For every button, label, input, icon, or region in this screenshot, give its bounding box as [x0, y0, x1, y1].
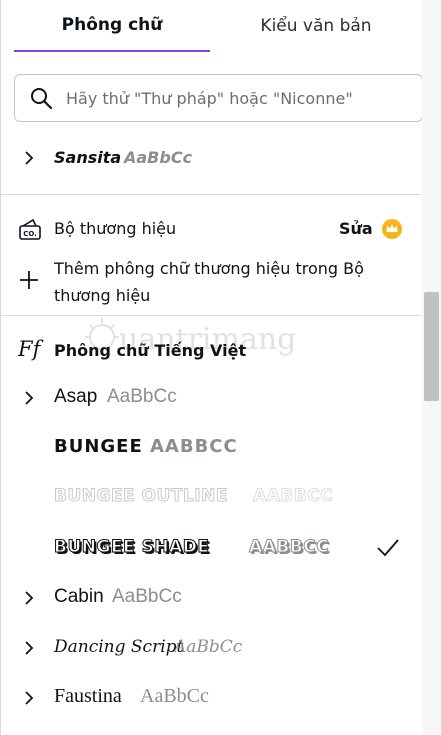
font-panel: Phông chữ Kiểu văn bản Sansita AaBbCc CO… — [0, 0, 442, 735]
font-sample: AaBbCc — [174, 637, 243, 657]
chevron-right-icon[interactable] — [23, 690, 35, 706]
font-name: Sansita — [54, 148, 122, 167]
font-name: Dancing Script — [54, 637, 184, 657]
font-row-asap[interactable]: Asap AaBbCc — [1, 374, 421, 420]
font-row-cabin[interactable]: Cabin AaBbCc — [1, 574, 421, 620]
font-name: Faustina — [54, 685, 122, 707]
scrollbar-thumb[interactable] — [424, 292, 439, 401]
font-row-sansita[interactable]: Sansita AaBbCc — [1, 135, 421, 181]
font-name: Asap — [54, 386, 98, 407]
font-sample: AABBCC — [252, 486, 334, 507]
font-sample: AABBCC — [248, 537, 330, 558]
tab-text-styles[interactable]: Kiểu văn bản — [210, 0, 422, 52]
font-name: BUNGEE SHADE — [53, 537, 210, 558]
font-section-icon: Ff — [18, 337, 41, 361]
section-title: Phông chữ Tiếng Việt — [54, 341, 247, 360]
font-name: BUNGEE OUTLINE — [54, 486, 228, 507]
divider — [1, 194, 421, 195]
font-sample: AABBCC — [150, 436, 238, 457]
search-box[interactable] — [14, 74, 423, 122]
chevron-right-icon[interactable] — [23, 640, 35, 656]
chevron-right-icon[interactable] — [23, 590, 35, 606]
edit-button[interactable]: Sửa — [339, 219, 373, 238]
chevron-right-icon[interactable] — [23, 150, 35, 166]
font-row-bungee-shade[interactable]: BUNGEE SHADE AABBCC — [1, 524, 421, 570]
chevron-right-icon[interactable] — [23, 390, 35, 406]
search-icon — [31, 88, 53, 110]
font-name: Cabin — [54, 586, 104, 607]
check-icon — [377, 539, 399, 557]
font-name: BUNGEE — [54, 436, 143, 457]
font-row-bungee-outline[interactable]: BUNGEE OUTLINE AABBCC — [1, 474, 421, 520]
font-row-bungee[interactable]: BUNGEE AABBCC — [1, 424, 421, 470]
divider — [1, 315, 421, 316]
tab-bar: Phông chữ Kiểu văn bản — [14, 0, 422, 52]
svg-text:CO.: CO. — [23, 230, 37, 238]
font-sample: AaBbCc — [112, 586, 182, 607]
font-row-faustina[interactable]: Faustina AaBbCc — [1, 674, 421, 720]
tab-fonts[interactable]: Phông chữ — [14, 0, 210, 52]
font-sample: AaBbCc — [107, 386, 177, 407]
add-brand-font-link[interactable]: Thêm phông chữ thương hiệu trong Bộ thươ… — [54, 255, 384, 309]
search-input[interactable] — [66, 88, 406, 108]
font-sample: AaBbCc — [140, 685, 209, 707]
plus-icon[interactable] — [19, 270, 39, 290]
brand-kit-icon: CO. — [19, 218, 41, 240]
crown-icon — [382, 219, 402, 239]
brand-kit-title: Bộ thương hiệu — [54, 219, 177, 238]
font-sample: AaBbCc — [124, 148, 193, 167]
font-row-dancing-script[interactable]: Dancing Script AaBbCc — [1, 624, 421, 670]
